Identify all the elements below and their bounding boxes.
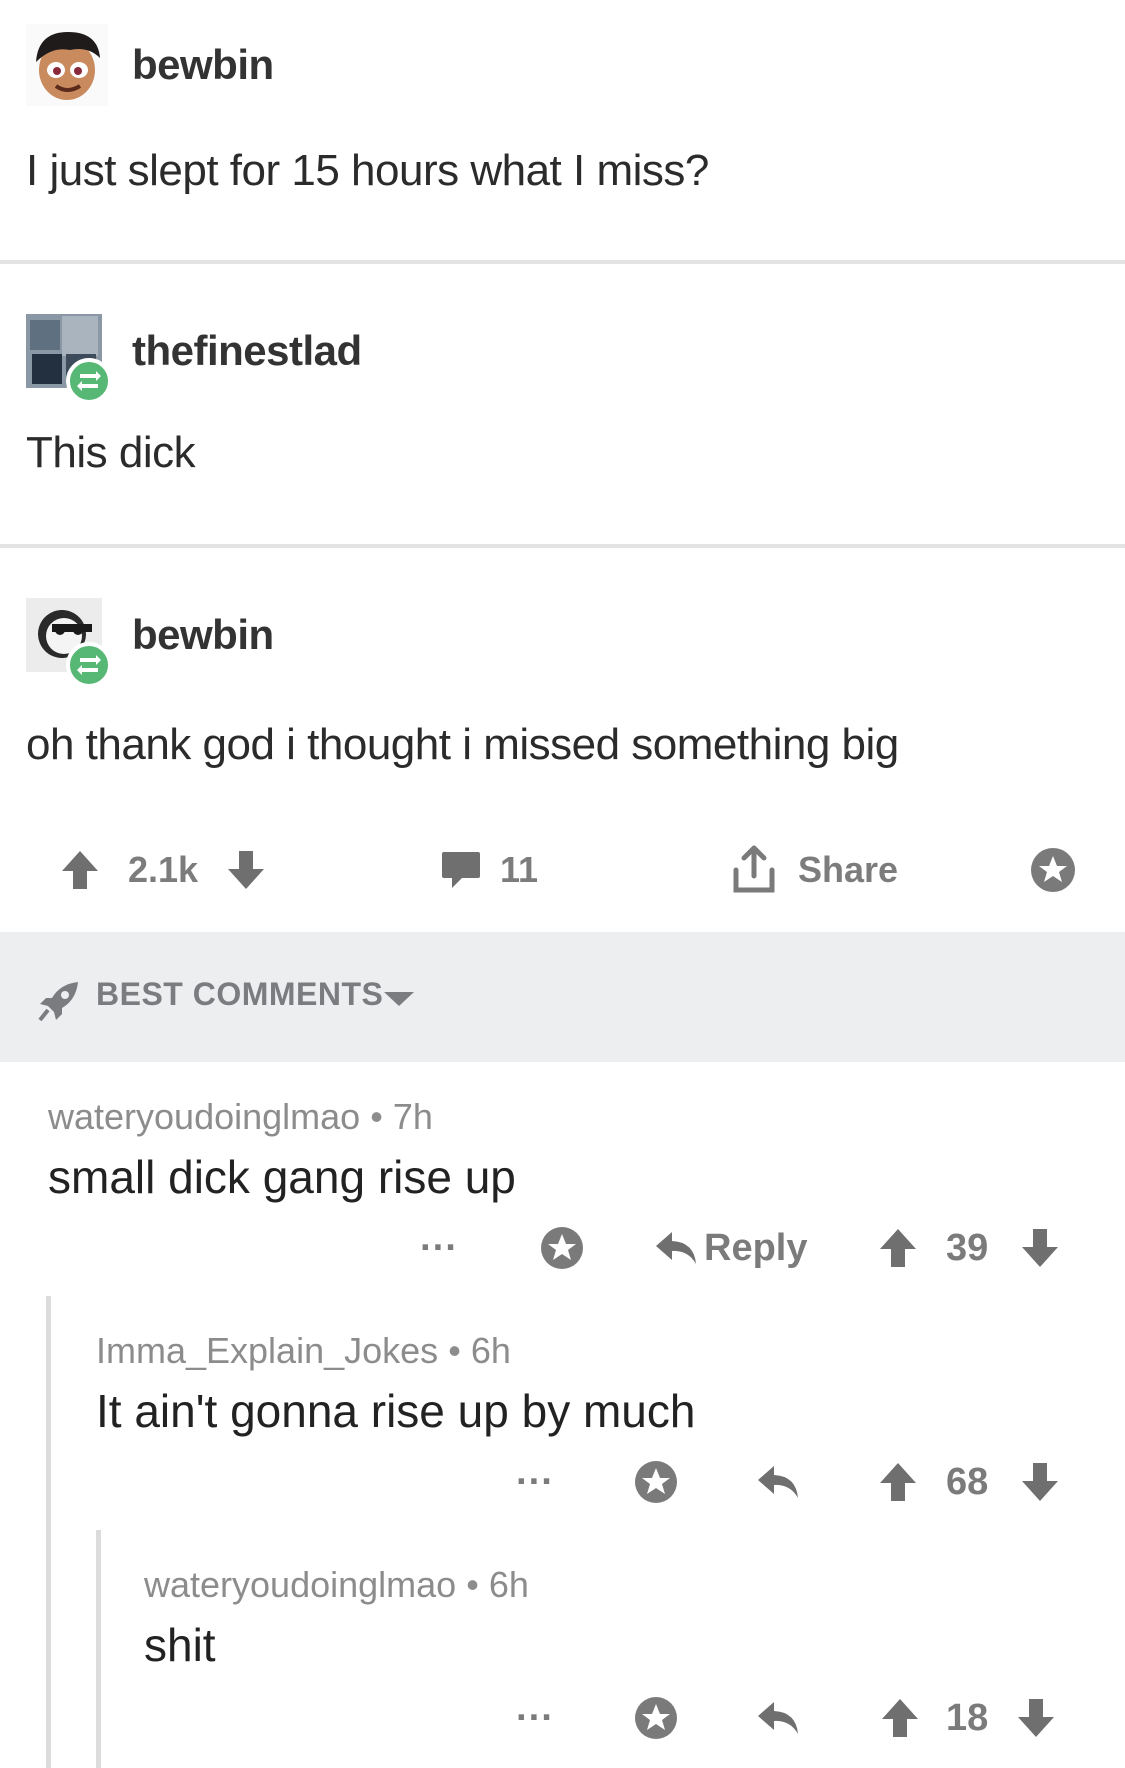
meta-separator: • [370,1096,383,1137]
post-username[interactable]: thefinestlad [132,327,362,375]
post-text: I just slept for 15 hours what I miss? [26,146,709,195]
star-icon [634,1460,678,1504]
meta-separator: • [466,1564,479,1605]
arrow-down-icon [1016,1697,1056,1739]
arrow-up-icon [878,1461,918,1503]
comment-age: 7h [392,1096,433,1137]
reblog-icon [66,358,112,404]
upvote-button[interactable] [878,1218,918,1278]
save-comment-button[interactable] [634,1688,678,1748]
post-reblog: thefinestlad This dick [0,296,1125,546]
avatar[interactable] [26,24,108,106]
screenshot: bewbin I just slept for 15 hours what I … [0,0,1125,1768]
save-button[interactable] [1030,842,1076,898]
reply-button[interactable] [756,1452,800,1512]
post-divider [0,260,1125,264]
comment-actions: ··· 18 [0,1688,1125,1748]
post-header: bewbin [26,580,274,690]
arrow-up-icon [880,1697,920,1739]
downvote-button[interactable] [1020,1218,1060,1278]
comment-actions: ··· Reply 39 [0,1218,1125,1278]
comment-age: 6h [488,1564,529,1605]
upvote-button[interactable] [60,842,100,898]
comment-count: 11 [500,849,539,890]
downvote-button[interactable] [1020,1452,1060,1512]
upvote-button[interactable] [878,1452,918,1512]
comment-body: shit [144,1619,216,1671]
share-button[interactable]: Share [730,842,898,898]
meta-separator: • [448,1330,461,1371]
arrow-down-icon [226,849,266,891]
comments-button[interactable]: 11 [440,842,538,898]
avatar[interactable] [26,310,112,404]
reply-arrow-icon [756,1700,800,1736]
star-icon [540,1226,584,1270]
post-header: thefinestlad [26,296,362,406]
comment-sort-header[interactable]: BEST COMMENTS [0,932,1125,1062]
comment-author[interactable]: wateryoudoinglmao [48,1096,360,1137]
more-options-button[interactable]: ··· [516,1688,554,1748]
arrow-up-icon [60,849,100,891]
arrow-down-icon [1020,1461,1060,1503]
rocket-icon [38,980,80,1022]
reply-button[interactable]: Reply [654,1218,807,1278]
comment-body: It ain't gonna rise up by much [96,1385,696,1437]
post-divider [0,544,1125,548]
arrow-up-icon [878,1227,918,1269]
more-options-button[interactable]: ··· [516,1452,554,1512]
comment: wateryoudoinglmao • 6h shit [144,1564,529,1672]
comment-actions: ··· 68 [0,1452,1125,1512]
post-header: bewbin [26,10,274,120]
save-comment-button[interactable] [634,1452,678,1512]
comment-author[interactable]: Imma_Explain_Jokes [96,1330,438,1371]
chevron-down-icon [382,990,416,1008]
comment-meta: wateryoudoinglmao • 6h [144,1564,529,1606]
post-original: bewbin I just slept for 15 hours what I … [0,10,1125,260]
save-comment-button[interactable] [540,1218,584,1278]
reply-arrow-icon [756,1464,800,1500]
post-reblog: bewbin oh thank god i thought i missed s… [0,580,1125,820]
share-label: Share [798,849,899,890]
comment: wateryoudoinglmao • 7h small dick gang r… [48,1096,516,1204]
post-action-bar: 2.1k 11 Share [0,820,1125,920]
speech-bubble-icon [440,850,482,890]
reply-button[interactable] [756,1688,800,1748]
downvote-button[interactable] [226,842,266,898]
comment-age: 6h [470,1330,511,1371]
downvote-button[interactable] [1016,1688,1056,1748]
arrow-down-icon [1020,1227,1060,1269]
upvote-button[interactable] [880,1688,920,1748]
vote-count: 2.1k [128,849,199,890]
post-username[interactable]: bewbin [132,41,274,89]
comment: Imma_Explain_Jokes • 6h It ain't gonna r… [96,1330,695,1438]
comment-author[interactable]: wateryoudoinglmao [144,1564,456,1605]
post-text: oh thank god i thought i missed somethin… [26,720,899,769]
comment-meta: wateryoudoinglmao • 7h [48,1096,516,1138]
comment-score: 18 [946,1696,989,1739]
reply-arrow-icon [654,1230,698,1266]
avatar[interactable] [26,594,112,688]
comment-score: 68 [946,1460,989,1503]
star-icon [634,1696,678,1740]
post-username[interactable]: bewbin [132,611,274,659]
comment-meta: Imma_Explain_Jokes • 6h [96,1330,695,1372]
sort-label: BEST COMMENTS [96,976,384,1012]
reply-label: Reply [704,1226,808,1269]
star-icon [1030,847,1076,893]
reblog-icon [66,642,112,688]
share-icon [730,844,778,896]
more-options-button[interactable]: ··· [420,1218,458,1278]
comment-score: 39 [946,1226,989,1269]
post-text: This dick [26,428,196,477]
comment-body: small dick gang rise up [48,1151,516,1203]
